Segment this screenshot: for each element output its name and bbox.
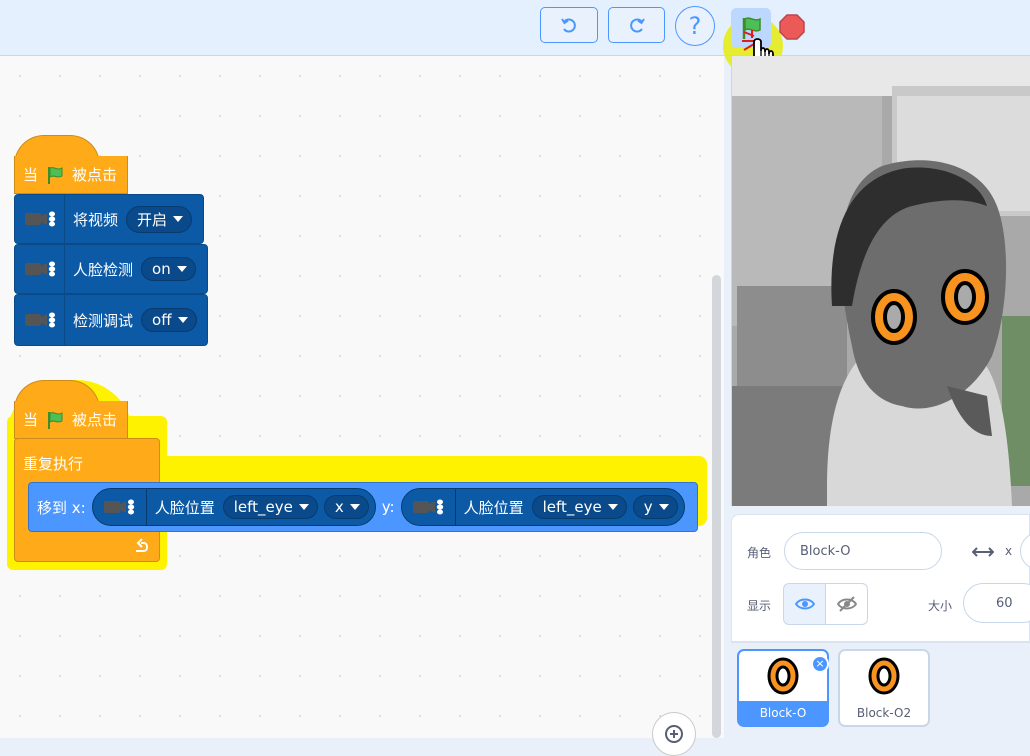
sprite-list: Block-O × Block-O2	[731, 642, 1030, 739]
sprite-tile-name: Block-O	[759, 706, 807, 720]
undo-button[interactable]	[540, 7, 598, 43]
chevron-down-icon	[177, 317, 188, 323]
video-toggle-block[interactable]: 将视频 开启	[14, 194, 204, 244]
hat-label: 当 被点击	[23, 401, 117, 438]
menu-toolbar: ?	[0, 0, 1030, 56]
redo-button[interactable]	[608, 7, 665, 43]
detection-debug-value: off	[152, 311, 172, 329]
detection-debug-label: 检测调试	[73, 311, 134, 330]
face-part-value: left_eye	[233, 498, 293, 516]
face-part-value: left_eye	[542, 498, 602, 516]
size-label: 大小	[928, 599, 953, 613]
zoom-in-button[interactable]	[652, 712, 696, 756]
redo-icon	[629, 18, 645, 33]
x-position-input[interactable]	[1020, 532, 1030, 570]
show-sprite-button[interactable]	[783, 583, 826, 625]
camera-extension-icon	[15, 245, 65, 293]
axis-value: y	[643, 498, 653, 516]
when-flag-clicked-hat[interactable]: 当 被点击	[14, 401, 128, 439]
sprite-block-o-thumbnail	[767, 657, 799, 695]
x-position-icon	[972, 547, 994, 557]
camera-extension-icon	[15, 295, 65, 345]
face-position-y-reporter[interactable]: 人脸位置 left_eye y	[400, 488, 685, 526]
sprite-thumbnail	[840, 651, 928, 701]
sprite-tile-block-o2[interactable]: Block-O2	[838, 649, 930, 727]
loop-arrow-icon	[136, 538, 148, 552]
chevron-down-icon	[607, 504, 618, 510]
sprite-block-o	[871, 289, 917, 345]
close-icon: ×	[815, 657, 825, 670]
goto-y-label: y:	[381, 498, 395, 516]
camera-extension-icon	[402, 489, 456, 525]
delete-sprite-button[interactable]: ×	[811, 655, 829, 673]
hat-label: 当 被点击	[23, 156, 117, 193]
camera-extension-icon	[93, 489, 147, 525]
video-state-value: 开启	[137, 210, 168, 229]
chevron-down-icon	[349, 504, 360, 510]
hide-sprite-button[interactable]	[825, 583, 868, 625]
face-position-label: 人脸位置	[154, 498, 215, 517]
code-workspace[interactable]: 当 被点击 将视频 开启 人脸检测 on 检测调试 off 当 被点击 重复执行…	[0, 56, 724, 756]
sprite-tile-name: Block-O2	[856, 706, 912, 720]
goto-xy-block[interactable]: 移到 x: 人脸位置 left_eye x y: 人脸位置 left_eye y	[28, 482, 698, 532]
forever-label: 重复执行	[23, 455, 84, 473]
face-part-dropdown[interactable]: left_eye	[222, 495, 318, 519]
detection-debug-dropdown[interactable]: off	[141, 308, 197, 332]
clicked-label: 被点击	[72, 166, 118, 184]
green-flag-icon	[48, 166, 63, 184]
stop-button[interactable]	[779, 14, 805, 40]
sprite-info-panel: 角色 Block-O x 显示 大小 60	[731, 514, 1030, 642]
sprite-name-label: 角色	[747, 546, 772, 560]
axis-dropdown[interactable]: x	[323, 495, 369, 519]
chevron-down-icon	[173, 216, 184, 222]
axis-value: x	[334, 498, 344, 516]
size-input[interactable]: 60	[963, 583, 1030, 623]
face-detection-value: on	[152, 260, 171, 278]
face-position-label: 人脸位置	[463, 498, 524, 517]
stop-icon	[779, 14, 805, 40]
face-part-dropdown[interactable]: left_eye	[531, 495, 627, 519]
chevron-down-icon	[176, 266, 187, 272]
help-label: ?	[688, 12, 702, 40]
undo-icon	[561, 18, 576, 33]
eye-icon	[794, 598, 815, 610]
sprite-block-o2	[941, 269, 989, 325]
green-flag-icon	[48, 411, 63, 429]
chevron-down-icon	[658, 504, 669, 510]
goto-x-label: 移到 x:	[37, 498, 86, 517]
workspace-scrollbar[interactable]	[712, 275, 721, 738]
chevron-down-icon	[298, 504, 309, 510]
x-label: x	[1005, 544, 1013, 558]
face-detection-label: 人脸检测	[73, 260, 134, 279]
when-label: 当	[23, 166, 39, 184]
clicked-label: 被点击	[72, 411, 118, 429]
when-flag-clicked-hat[interactable]: 当 被点击	[14, 156, 128, 194]
face-detection-dropdown[interactable]: on	[141, 257, 196, 281]
face-position-x-reporter[interactable]: 人脸位置 left_eye x	[91, 488, 376, 526]
help-button[interactable]: ?	[675, 6, 715, 46]
sprite-name-input[interactable]: Block-O	[784, 532, 942, 570]
show-label: 显示	[747, 599, 772, 613]
axis-dropdown[interactable]: y	[632, 495, 678, 519]
camera-extension-icon	[15, 195, 65, 243]
stage[interactable]	[731, 56, 1030, 506]
zoom-in-icon	[665, 725, 683, 743]
detection-debug-block[interactable]: 检测调试 off	[14, 294, 208, 346]
video-state-dropdown[interactable]: 开启	[126, 205, 193, 233]
video-label: 将视频	[73, 210, 119, 229]
sprite-block-o2-thumbnail	[868, 657, 900, 695]
sprite-tile-block-o[interactable]: Block-O ×	[737, 649, 829, 727]
when-label: 当	[23, 411, 39, 429]
face-detection-block[interactable]: 人脸检测 on	[14, 244, 208, 294]
eye-slash-icon	[836, 596, 857, 612]
